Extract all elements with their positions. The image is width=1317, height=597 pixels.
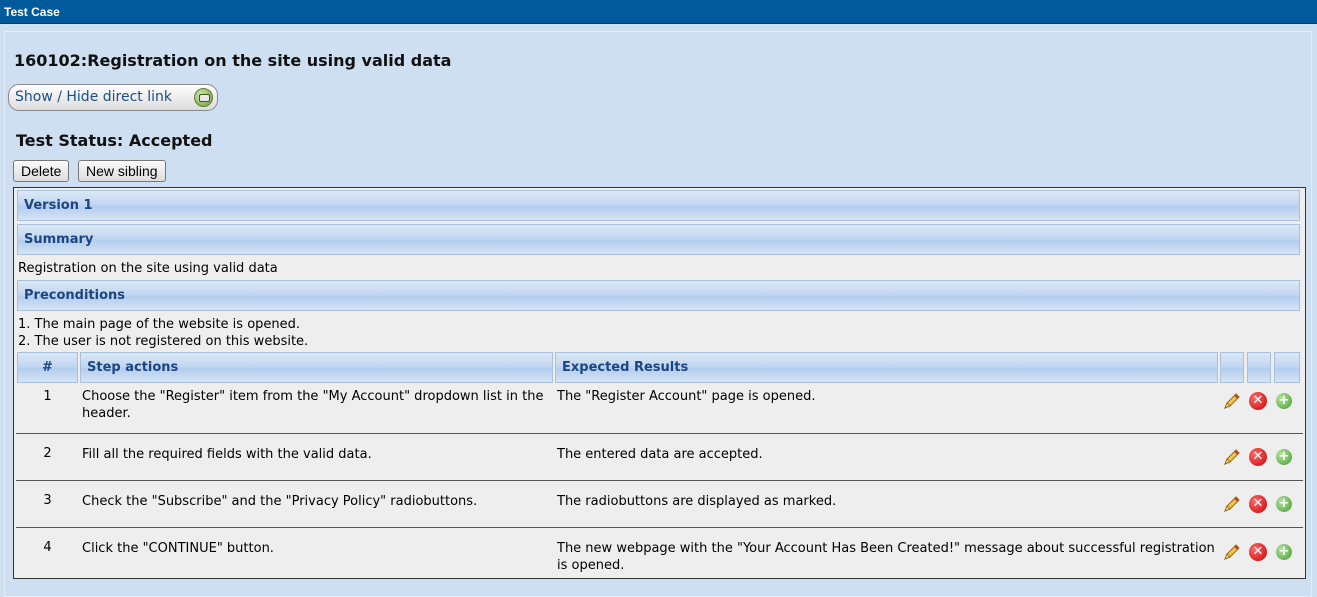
expected-result: The "Register Account" page is opened. [557,389,816,404]
expected-result: The radiobuttons are displayed as marked… [557,494,837,509]
version-header: Version 1 [17,190,1300,221]
preconditions-header: Preconditions [17,280,1300,311]
expected-result: The entered data are accepted. [557,447,763,462]
precondition-line-2: 2. The user is not registered on this we… [18,334,309,349]
new-sibling-button[interactable]: New sibling [78,160,166,182]
step-action: Fill all the required fields with the va… [82,447,372,462]
add-step-icon[interactable]: + [1276,449,1292,465]
row-actions: ✕ + [1222,391,1302,411]
delete-button[interactable]: Delete [13,160,70,182]
link-icon [194,88,213,107]
table-row: 1 Choose the "Register" item from the "M… [16,384,1303,434]
step-action: Choose the "Register" item from the "My … [82,389,544,421]
delete-step-icon[interactable]: ✕ [1249,392,1267,410]
step-number: 2 [43,446,52,461]
table-row: 3 Check the "Subscribe" and the "Privacy… [16,481,1303,528]
column-header-step-actions: Step actions [80,352,553,383]
column-header-add [1274,352,1300,383]
test-case-details: Version 1 Summary Registration on the si… [13,187,1306,579]
step-action: Click the "CONTINUE" button. [82,541,274,556]
column-header-number: # [17,352,78,383]
pencil-icon[interactable] [1222,542,1242,562]
delete-step-icon[interactable]: ✕ [1249,543,1267,561]
add-step-icon[interactable]: + [1276,544,1292,560]
pencil-icon[interactable] [1222,447,1242,467]
step-action: Check the "Subscribe" and the "Privacy P… [82,494,478,509]
precondition-line-1: 1. The main page of the website is opene… [18,317,301,332]
pencil-icon[interactable] [1222,391,1242,411]
delete-step-icon[interactable]: ✕ [1249,495,1267,513]
column-header-delete [1247,352,1271,383]
add-step-icon[interactable]: + [1276,496,1292,512]
expected-result: The new webpage with the "Your Account H… [557,541,1215,573]
add-step-icon[interactable]: + [1276,393,1292,409]
direct-link-label: Show / Hide direct link [15,89,172,105]
step-number: 3 [43,493,52,508]
column-header-expected-results: Expected Results [555,352,1218,383]
delete-step-icon[interactable]: ✕ [1249,448,1267,466]
step-number: 4 [43,540,52,555]
window-title-bar: Test Case [0,0,1317,24]
row-actions: ✕ + [1222,542,1302,562]
column-header-edit [1220,352,1244,383]
table-row: 2 Fill all the required fields with the … [16,434,1303,481]
pencil-icon[interactable] [1222,494,1242,514]
row-actions: ✕ + [1222,494,1302,514]
test-status: Test Status: Accepted [16,131,213,150]
table-row: 4 Click the "CONTINUE" button. The new w… [16,528,1303,576]
summary-header: Summary [17,224,1300,255]
test-case-panel: 160102:Registration on the site using va… [4,31,1312,597]
row-actions: ✕ + [1222,447,1302,467]
test-case-title: 160102:Registration on the site using va… [14,51,452,70]
summary-text: Registration on the site using valid dat… [18,261,278,276]
show-hide-direct-link-button[interactable]: Show / Hide direct link [8,84,218,111]
step-number: 1 [43,389,52,404]
